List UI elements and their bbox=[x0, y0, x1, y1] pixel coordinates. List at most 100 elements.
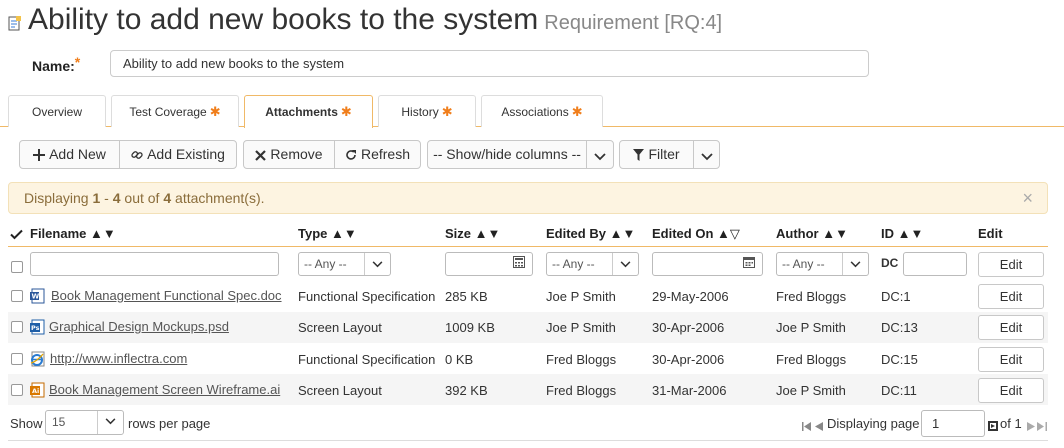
row-checkbox[interactable] bbox=[11, 384, 23, 396]
sort-arrows-icon[interactable]: ▲▼ bbox=[475, 226, 501, 241]
previous-page-icon[interactable] bbox=[815, 418, 823, 436]
page-title: Ability to add new books to the system Re… bbox=[28, 0, 722, 43]
filter-button[interactable]: Filter bbox=[619, 140, 694, 169]
alert-prefix: Displaying bbox=[24, 190, 93, 206]
alert-suffix: attachment(s). bbox=[171, 190, 265, 206]
edited-on-filter-input[interactable] bbox=[652, 252, 763, 276]
edit-button[interactable]: Edit bbox=[978, 284, 1044, 309]
filename-link[interactable]: http://www.inflectra.com bbox=[50, 351, 187, 366]
column-header-type[interactable]: Type ▲▼ bbox=[298, 226, 357, 241]
info-alert: Displaying 1 - 4 out of 4 attachment(s).… bbox=[8, 182, 1048, 214]
column-header-filename[interactable]: Filename ▲▼ bbox=[30, 226, 116, 241]
column-header-edited-on[interactable]: Edited On ▲▽ bbox=[652, 226, 740, 242]
tab-overview[interactable]: Overview bbox=[8, 95, 106, 127]
calendar-icon[interactable] bbox=[736, 253, 762, 275]
show-hide-columns-select[interactable]: -- Show/hide columns -- bbox=[427, 140, 587, 169]
page-subtitle: Requirement [RQ:4] bbox=[544, 12, 723, 34]
filter-toggle[interactable] bbox=[693, 140, 720, 169]
web-link-icon bbox=[30, 351, 46, 367]
add-new-label: Add New bbox=[49, 146, 106, 162]
rows-per-page-select[interactable]: 15 bbox=[45, 410, 124, 435]
type-filter-select[interactable]: -- Any -- bbox=[298, 252, 391, 276]
close-icon[interactable]: × bbox=[1022, 183, 1033, 213]
edited-by-filter-value: -- Any -- bbox=[552, 257, 595, 271]
sort-arrows-icon[interactable]: ▲▼ bbox=[898, 226, 924, 241]
header-divider bbox=[8, 246, 1048, 247]
size-cell: 392 KB bbox=[445, 383, 488, 398]
column-header-author[interactable]: Author ▲▼ bbox=[776, 226, 848, 241]
row-checkbox[interactable] bbox=[11, 321, 23, 333]
next-page-icon[interactable] bbox=[1027, 418, 1035, 436]
edit-button[interactable]: Edit bbox=[978, 315, 1044, 340]
edit-button[interactable]: Edit bbox=[978, 378, 1044, 403]
author-filter-select[interactable]: -- Any -- bbox=[776, 252, 869, 276]
name-field[interactable]: Ability to add new books to the system bbox=[110, 50, 869, 77]
name-label-text: Name: bbox=[32, 58, 75, 74]
last-page-icon[interactable] bbox=[1037, 418, 1047, 436]
author-cell: Fred Bloggs bbox=[776, 352, 847, 367]
add-existing-button[interactable]: Add Existing bbox=[119, 140, 237, 169]
link-icon bbox=[131, 151, 143, 159]
filename-link[interactable]: Book Management Functional Spec.doc bbox=[51, 288, 282, 303]
svg-text:W: W bbox=[32, 293, 40, 301]
go-page-icon[interactable] bbox=[988, 418, 998, 436]
alert-sep: - bbox=[100, 190, 113, 206]
refresh-button[interactable]: Refresh bbox=[334, 140, 421, 169]
tab-associations[interactable]: Associations ✱ bbox=[481, 95, 603, 127]
column-label: ID bbox=[881, 226, 894, 241]
chevron-down-icon bbox=[594, 153, 606, 161]
page-count-label: of 1 bbox=[1000, 416, 1022, 431]
edited-on-cell: 29-May-2006 bbox=[652, 289, 729, 304]
sort-arrows-icon[interactable]: ▲▼ bbox=[610, 226, 636, 241]
tab-test-coverage[interactable]: Test Coverage ✱ bbox=[111, 95, 239, 127]
show-hide-columns-toggle[interactable] bbox=[586, 140, 614, 169]
column-header-size[interactable]: Size ▲▼ bbox=[445, 226, 500, 241]
select-all-check-icon[interactable] bbox=[10, 227, 23, 245]
filter-row-checkbox[interactable] bbox=[11, 261, 23, 273]
sort-arrows-icon[interactable]: ▲▼ bbox=[331, 226, 357, 241]
remove-label: Remove bbox=[270, 146, 323, 162]
id-cell: DC:15 bbox=[881, 352, 918, 367]
column-header-edited-by[interactable]: Edited By ▲▼ bbox=[546, 226, 635, 241]
footer-divider bbox=[8, 440, 1048, 441]
edited-on-cell: 31-Mar-2006 bbox=[652, 383, 727, 398]
author-cell: Joe P Smith bbox=[776, 320, 846, 335]
edit-button[interactable]: Edit bbox=[978, 347, 1044, 372]
calculator-icon[interactable] bbox=[506, 253, 532, 275]
first-page-icon[interactable] bbox=[802, 418, 812, 436]
size-filter-input[interactable] bbox=[445, 252, 533, 276]
tab-label: History bbox=[401, 105, 439, 119]
word-doc-icon: W bbox=[30, 288, 46, 304]
filename-filter-input[interactable] bbox=[30, 252, 279, 276]
edited-by-filter-select[interactable]: -- Any -- bbox=[546, 252, 639, 276]
column-label: Edited By bbox=[546, 226, 606, 241]
author-filter-value: -- Any -- bbox=[782, 257, 825, 271]
remove-button[interactable]: Remove bbox=[243, 140, 335, 169]
edited-by-cell: Fred Bloggs bbox=[546, 383, 617, 398]
type-cell: Functional Specification bbox=[298, 352, 436, 367]
id-cell: DC:11 bbox=[881, 383, 917, 398]
tab-label: Test Coverage bbox=[129, 105, 207, 119]
type-cell: Screen Layout bbox=[298, 320, 382, 335]
column-label: Edit bbox=[978, 226, 1003, 241]
tab-history[interactable]: History ✱ bbox=[378, 95, 476, 127]
photoshop-file-icon: Ps bbox=[30, 319, 46, 335]
row-checkbox[interactable] bbox=[11, 353, 23, 365]
sort-arrows-icon[interactable]: ▲▼ bbox=[90, 226, 116, 241]
sort-arrows-icon[interactable]: ▲▽ bbox=[717, 226, 740, 241]
filename-link[interactable]: Book Management Screen Wireframe.ai bbox=[49, 382, 280, 397]
filename-link[interactable]: Graphical Design Mockups.psd bbox=[49, 319, 229, 334]
svg-text:Ps: Ps bbox=[31, 324, 40, 332]
tab-attachments[interactable]: Attachments ✱ bbox=[244, 95, 373, 128]
refresh-label: Refresh bbox=[360, 146, 411, 162]
column-label: Author bbox=[776, 226, 819, 241]
column-header-id[interactable]: ID ▲▼ bbox=[881, 226, 923, 241]
sort-arrows-icon[interactable]: ▲▼ bbox=[822, 226, 848, 241]
id-filter-input[interactable] bbox=[903, 252, 967, 276]
page-number-input[interactable]: 1 bbox=[921, 410, 985, 437]
add-new-button[interactable]: Add New bbox=[19, 140, 120, 169]
row-checkbox[interactable] bbox=[11, 290, 23, 302]
edited-by-cell: Joe P Smith bbox=[546, 320, 616, 335]
filter-edit-button[interactable]: Edit bbox=[978, 252, 1044, 277]
edited-on-cell: 30-Apr-2006 bbox=[652, 320, 725, 335]
